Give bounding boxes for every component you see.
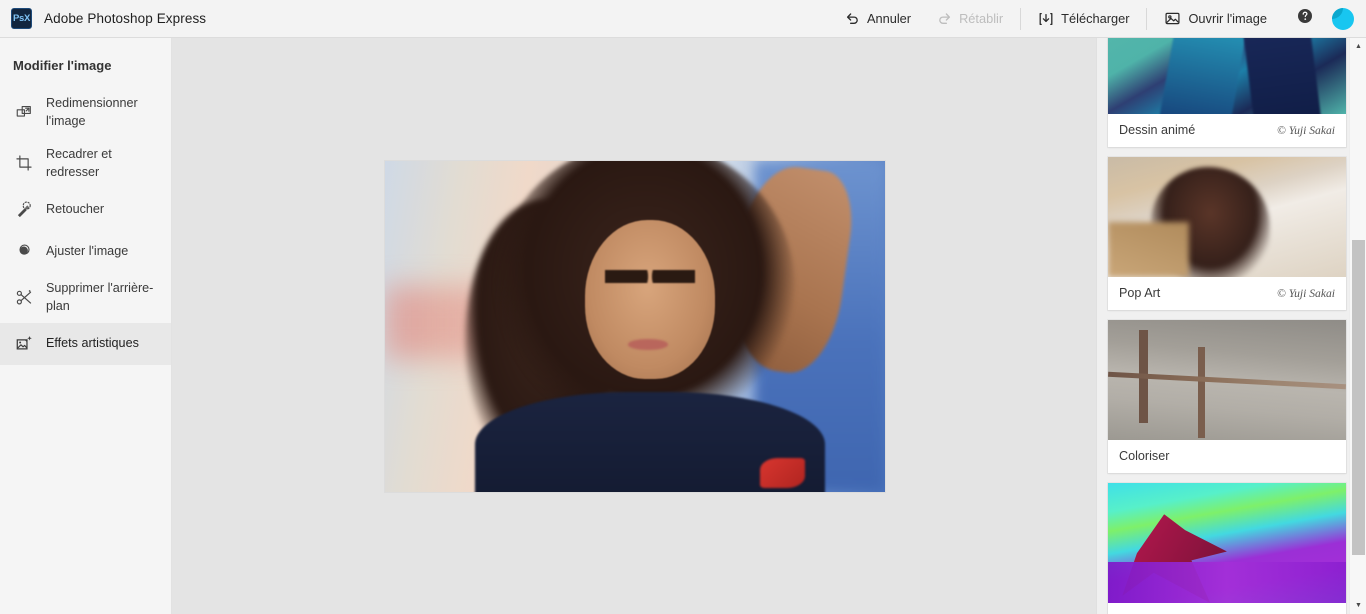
effect-card-meta: Dessin animé © Yuji Sakai xyxy=(1108,114,1346,147)
sidebar-item-label: Recadrer et redresser xyxy=(46,146,112,179)
open-image-button[interactable]: Ouvrir l'image xyxy=(1151,0,1280,38)
artistic-effects-icon xyxy=(14,334,34,354)
retouch-brush-icon xyxy=(14,199,34,219)
scroll-down-arrow-icon[interactable]: ▼ xyxy=(1350,597,1366,614)
effect-card-coloriser[interactable]: Coloriser xyxy=(1108,320,1346,473)
sidebar-item-adjust-image[interactable]: Ajuster l'image xyxy=(0,230,171,272)
photo-lips xyxy=(627,339,668,350)
sidebar-item-label: Retoucher xyxy=(46,201,105,216)
sidebar-item-remove-background[interactable]: Supprimer l'arrière-plan xyxy=(0,272,171,323)
effect-name: Dessin animé xyxy=(1119,123,1196,137)
photo-face xyxy=(585,220,715,379)
effect-credit: © Yuji Sakai xyxy=(1277,286,1335,300)
adjust-image-icon xyxy=(14,241,34,261)
effect-thumbnail xyxy=(1108,483,1346,603)
undo-label: Annuler xyxy=(866,11,912,26)
help-circle-icon xyxy=(1297,8,1313,29)
crop-straighten-icon xyxy=(14,153,34,173)
redo-button[interactable]: Rétablir xyxy=(924,0,1016,38)
open-image-icon xyxy=(1164,10,1181,27)
brand: PsX Adobe Photoshop Express xyxy=(0,8,206,29)
effect-name: Coloriser xyxy=(1119,449,1170,463)
effect-thumbnail xyxy=(1108,320,1346,440)
effect-card-meta xyxy=(1108,603,1346,614)
sidebar-item-crop-straighten[interactable]: Recadrer et redresser xyxy=(0,138,171,189)
scroll-up-arrow-icon[interactable]: ▲ xyxy=(1350,38,1366,55)
sidebar-item-label: Supprimer l'arrière-plan xyxy=(46,281,154,314)
app-title: Adobe Photoshop Express xyxy=(44,11,207,26)
effect-name: Pop Art xyxy=(1119,286,1161,300)
photo-eyes xyxy=(605,269,695,283)
effects-card-list: Dessin animé © Yuji Sakai Pop Art © Yuji… xyxy=(1097,38,1349,614)
effect-credit: © Yuji Sakai xyxy=(1277,123,1335,137)
redo-label: Rétablir xyxy=(959,11,1004,26)
app-header: PsX Adobe Photoshop Express Annuler Réta… xyxy=(0,0,1366,38)
redo-icon xyxy=(937,11,952,26)
image-canvas[interactable] xyxy=(173,38,1097,614)
undo-icon xyxy=(845,11,860,26)
scrollbar-thumb[interactable] xyxy=(1352,240,1365,555)
sidebar-item-label: Ajuster l'image xyxy=(46,243,129,258)
effect-card-pop-art[interactable]: Pop Art © Yuji Sakai xyxy=(1108,157,1346,310)
effect-card-meta: Pop Art © Yuji Sakai xyxy=(1108,277,1346,310)
download-button[interactable]: Télécharger xyxy=(1025,0,1142,38)
undo-button[interactable]: Annuler xyxy=(832,0,924,38)
sidebar-item-label: Effets artistiques xyxy=(46,336,139,351)
edited-photo[interactable] xyxy=(385,160,885,492)
artistic-effects-panel: Dessin animé © Yuji Sakai Pop Art © Yuji… xyxy=(1096,38,1366,614)
sidebar-item-retouch[interactable]: Retoucher xyxy=(0,188,171,230)
effect-thumbnail xyxy=(1108,38,1346,114)
open-image-label: Ouvrir l'image xyxy=(1188,11,1267,26)
photo-shirt-logo xyxy=(760,458,805,489)
sidebar-item-resize-image[interactable]: Redimensionner l'image xyxy=(0,87,171,138)
sidebar-title: Modifier l'image xyxy=(13,58,112,73)
resize-image-icon xyxy=(14,102,34,122)
download-icon xyxy=(1038,11,1054,27)
toolbar-divider-1 xyxy=(1020,7,1022,30)
help-button[interactable] xyxy=(1290,0,1320,38)
effects-panel-scrollbar[interactable]: ▲ ▼ xyxy=(1349,38,1366,614)
header-toolbar: Annuler Rétablir Télécharger Ouvrir l'im… xyxy=(832,0,1366,38)
effect-thumbnail xyxy=(1108,157,1346,277)
photoshop-express-logo-icon: PsX xyxy=(11,8,32,29)
photoshop-express-window: PsX Adobe Photoshop Express Annuler Réta… xyxy=(0,0,1366,614)
sidebar-item-label: Redimensionner l'image xyxy=(46,96,138,129)
effect-card-meta: Coloriser xyxy=(1108,440,1346,473)
edit-sidebar: Modifier l'image Redimensionner l'image … xyxy=(0,38,172,614)
download-label: Télécharger xyxy=(1061,11,1130,26)
remove-background-scissors-icon xyxy=(14,287,34,307)
effect-card-next[interactable] xyxy=(1108,483,1346,614)
toolbar-divider-2 xyxy=(1146,7,1148,30)
effect-card-dessin-anime[interactable]: Dessin animé © Yuji Sakai xyxy=(1108,38,1346,147)
sidebar-item-artistic-effects[interactable]: Effets artistiques xyxy=(0,322,171,365)
user-avatar[interactable] xyxy=(1332,7,1354,30)
